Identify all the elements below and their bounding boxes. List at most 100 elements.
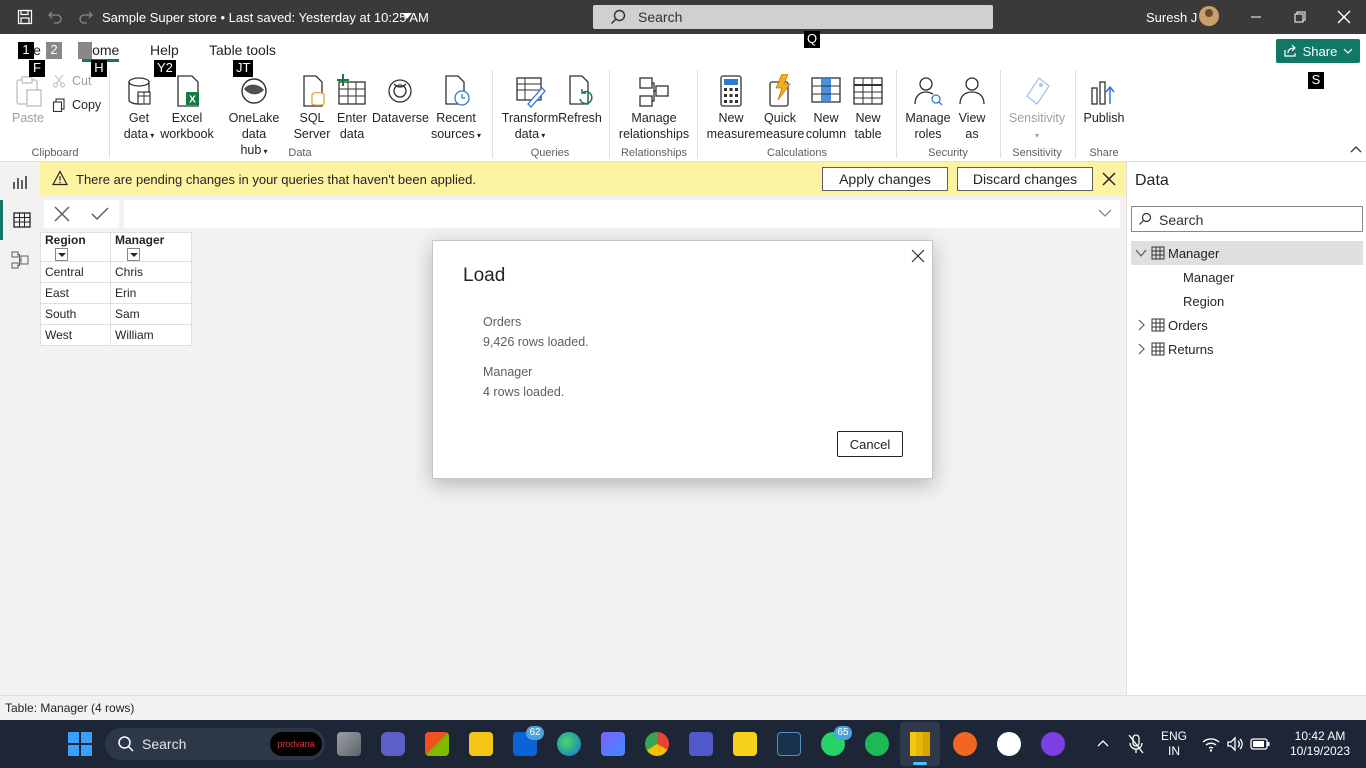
table-cell[interactable]: Central: [40, 261, 111, 284]
transform-data-button[interactable]: Transform data ▾: [500, 74, 560, 144]
ssms-icon[interactable]: [777, 732, 801, 756]
minimize-button[interactable]: [1234, 0, 1278, 34]
table-cell[interactable]: Chris: [110, 261, 192, 284]
manage-relationships-button[interactable]: Manage relationships: [617, 74, 691, 142]
mic-muted-icon[interactable]: [1128, 734, 1144, 754]
publish-button[interactable]: Publish: [1081, 74, 1127, 126]
github-desktop-icon[interactable]: [1041, 732, 1065, 756]
undo-icon[interactable]: [45, 7, 65, 27]
start-button[interactable]: [68, 732, 92, 756]
power-bi-taskbar-button[interactable]: [900, 722, 940, 766]
copy-icon: [52, 98, 65, 112]
discard-changes-button[interactable]: Discard changes: [957, 167, 1093, 191]
chevron-down-icon[interactable]: [1098, 208, 1112, 218]
battery-icon[interactable]: [1250, 737, 1270, 751]
recent-sources-button[interactable]: Recent sources ▾: [428, 74, 484, 144]
restore-button[interactable]: [1278, 0, 1322, 34]
table-cell[interactable]: Erin: [110, 282, 192, 305]
chevron-right-icon[interactable]: [1135, 343, 1147, 355]
filter-dropdown-icon[interactable]: [55, 248, 68, 262]
table-cell[interactable]: William: [110, 324, 192, 347]
file-explorer-icon[interactable]: [469, 732, 493, 756]
clock[interactable]: 10:42 AM 10/19/2023: [1278, 729, 1362, 759]
chrome-icon[interactable]: [645, 732, 669, 756]
manage-roles-button[interactable]: Manage roles: [904, 74, 952, 142]
sensitivity-button[interactable]: Sensitivity ▾: [1006, 74, 1068, 144]
model-view-button[interactable]: [0, 240, 40, 280]
sticky-notes-icon[interactable]: [733, 732, 757, 756]
chevron-right-icon[interactable]: [1135, 319, 1147, 331]
load-item-status: 4 rows loaded.: [483, 385, 565, 399]
tree-field-region[interactable]: Region: [1131, 289, 1363, 313]
power-bi-icon: [910, 732, 930, 756]
enter-data-button[interactable]: Enter data: [333, 74, 371, 142]
wifi-icon[interactable]: [1202, 736, 1220, 752]
taskbar-search[interactable]: Search prodvana: [105, 728, 325, 760]
language-indicator[interactable]: ENG IN: [1157, 729, 1191, 759]
refresh-icon: [569, 75, 593, 105]
ribbon: Paste Cut Copy Clipboard Get data ▾ X Ex…: [0, 66, 1366, 162]
formula-input[interactable]: [124, 200, 1120, 228]
dataverse-button[interactable]: Dataverse: [372, 74, 429, 126]
redo-icon[interactable]: [76, 7, 96, 27]
collapse-ribbon-icon[interactable]: [1350, 144, 1362, 154]
title-bar: Sample Super store • Last saved: Yesterd…: [0, 0, 1366, 34]
avatar[interactable]: [1199, 6, 1219, 26]
tree-field-manager[interactable]: Manager: [1131, 265, 1363, 289]
postman-icon[interactable]: [953, 732, 977, 756]
get-data-button[interactable]: Get data ▾: [117, 74, 161, 144]
new-column-button[interactable]: New column: [803, 74, 849, 142]
table-cell[interactable]: West: [40, 324, 111, 347]
quick-measure-button[interactable]: Quick measure: [755, 74, 805, 142]
commit-formula-icon[interactable]: [90, 205, 110, 223]
save-icon[interactable]: [15, 7, 35, 27]
cancel-formula-icon[interactable]: [53, 205, 71, 223]
clock-time: 10:42 AM: [1294, 729, 1346, 743]
meet-icon[interactable]: [381, 732, 405, 756]
chevron-down-icon[interactable]: [1135, 247, 1147, 259]
close-icon[interactable]: [1099, 169, 1119, 189]
close-icon[interactable]: [910, 248, 926, 264]
cancel-label: Cancel: [849, 436, 891, 452]
column-header-manager[interactable]: Manager: [110, 231, 192, 263]
spotify-icon[interactable]: [865, 732, 889, 756]
view-as-button[interactable]: View as: [952, 74, 992, 142]
teams-icon[interactable]: [689, 732, 713, 756]
tab-table-tools[interactable]: Table tools: [209, 42, 276, 58]
filter-dropdown-icon[interactable]: [127, 248, 140, 262]
manage-roles-label-1: Manage: [905, 111, 951, 125]
data-pane-search-input[interactable]: Search: [1131, 206, 1363, 232]
github-icon[interactable]: [997, 732, 1021, 756]
table-cell[interactable]: East: [40, 282, 111, 305]
excel-workbook-button[interactable]: X Excel workbook: [159, 74, 215, 142]
global-search-box[interactable]: Search: [593, 5, 993, 29]
power-automate-icon[interactable]: [601, 732, 625, 756]
apply-changes-button[interactable]: Apply changes: [822, 167, 948, 191]
volume-icon[interactable]: [1226, 736, 1244, 752]
column-header-region[interactable]: Region: [40, 231, 111, 263]
table-view-button[interactable]: [0, 200, 40, 240]
refresh-button[interactable]: Refresh: [558, 74, 602, 126]
sql-server-button[interactable]: SQL Server: [292, 74, 332, 142]
report-view-button[interactable]: [0, 162, 40, 202]
title-dropdown-caret-icon[interactable]: [402, 13, 412, 19]
tree-item-orders[interactable]: Orders: [1131, 313, 1363, 337]
table-cell[interactable]: Sam: [110, 303, 192, 326]
tree-item-manager[interactable]: Manager: [1131, 241, 1363, 265]
close-window-button[interactable]: [1322, 0, 1366, 34]
cancel-button[interactable]: Cancel: [837, 431, 903, 457]
share-button[interactable]: Share: [1276, 39, 1360, 63]
cut-button[interactable]: Cut: [52, 74, 91, 88]
tree-item-returns[interactable]: Returns: [1131, 337, 1363, 361]
copy-button[interactable]: Copy: [52, 98, 101, 112]
task-view-icon[interactable]: [337, 732, 361, 756]
new-table-button[interactable]: New table: [847, 74, 889, 142]
paste-button[interactable]: Paste: [10, 74, 46, 126]
store-icon[interactable]: [425, 732, 449, 756]
edge-icon[interactable]: [557, 732, 581, 756]
table-cell[interactable]: South: [40, 303, 111, 326]
user-name[interactable]: Suresh J: [1146, 10, 1197, 25]
tab-help[interactable]: Help: [150, 42, 179, 58]
chevron-up-icon[interactable]: [1097, 738, 1109, 748]
new-measure-button[interactable]: New measure: [705, 74, 757, 142]
